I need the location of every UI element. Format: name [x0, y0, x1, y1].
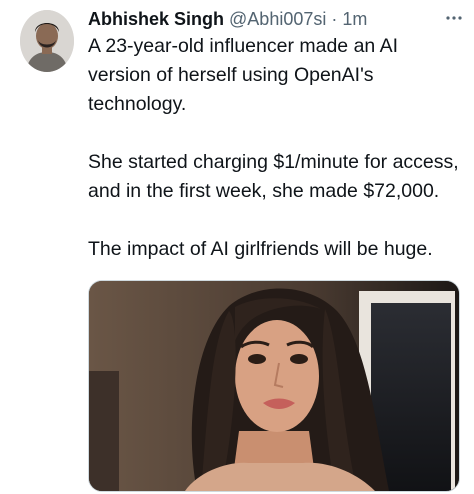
user-avatar-icon — [20, 10, 74, 72]
tweet-header: Abhishek Singh @Abhi007si · 1m — [88, 6, 444, 32]
header-separator: · — [331, 9, 338, 29]
tweet-text: A 23-year-old influencer made an AI vers… — [88, 32, 464, 264]
tweet-paragraph-1: A 23-year-old influencer made an AI vers… — [88, 35, 399, 115]
author-handle[interactable]: @Abhi007si — [229, 9, 326, 29]
avatar[interactable] — [20, 10, 74, 72]
tweet-paragraph-2: She started charging $1/minute for acces… — [88, 151, 459, 202]
tweet-media-image[interactable] — [88, 280, 460, 492]
photo-of-woman-icon — [89, 281, 459, 491]
tweet-card[interactable]: Abhishek Singh @Abhi007si · 1m A 23-year… — [0, 0, 474, 494]
tweet-timestamp[interactable]: 1m — [342, 9, 367, 29]
author-name[interactable]: Abhishek Singh — [88, 9, 224, 29]
tweet-paragraph-3: The impact of AI girlfriends will be hug… — [88, 238, 433, 260]
more-options-icon[interactable] — [446, 14, 462, 22]
